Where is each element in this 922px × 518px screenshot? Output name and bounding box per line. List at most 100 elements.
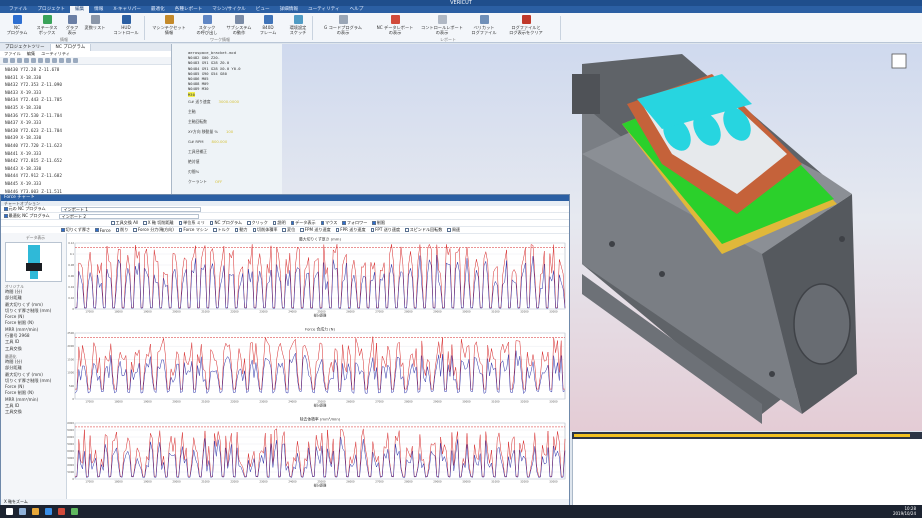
ribbon-button-14[interactable]: ログファイルと ログ表示をクリア [504, 15, 548, 37]
menu-item-7[interactable]: マシン/サイクル [207, 6, 250, 13]
nc-line[interactable]: N0430 Y72.28 Z-11.678 [5, 67, 166, 75]
menu-item-3[interactable]: 情報 [89, 6, 108, 13]
search-taskbar-icon[interactable] [19, 508, 26, 515]
import-2-field[interactable]: インポート 2 [58, 213, 199, 219]
nc-line[interactable]: N0434 Y72.443 Z-11.705 [5, 97, 166, 105]
nc-line[interactable]: N0433 X-19.333 [5, 90, 166, 98]
nc-line[interactable]: N0431 X-18.330 [5, 75, 166, 83]
goto-line-icon[interactable] [31, 58, 36, 63]
ribbon-button-7[interactable]: サブシステム の動作 [224, 15, 254, 37]
app-taskbar-icon[interactable] [71, 508, 78, 515]
nc-line[interactable]: N0440 Y72.720 Z-11.623 [5, 143, 166, 151]
menu-item-1[interactable]: プロジェクト [32, 6, 70, 13]
import-1-field[interactable]: インポート 1 [60, 206, 201, 212]
nc-line[interactable]: N0437 X-19.333 [5, 120, 166, 128]
x-tick-label: 31000 [491, 400, 500, 404]
find-next-icon[interactable] [24, 58, 29, 63]
chart-setting-3[interactable]: NC プログラム [209, 220, 242, 226]
copy-icon[interactable] [45, 58, 50, 63]
chart-setting-0[interactable]: 工具交換 All [111, 220, 138, 226]
paste-icon[interactable] [52, 58, 57, 63]
tab-project-tree[interactable]: プロジェクトツリー [0, 44, 51, 51]
start-icon[interactable] [6, 508, 13, 515]
browser-icon[interactable] [45, 508, 52, 515]
ribbon-button-0[interactable]: NC プログラム [4, 15, 30, 37]
ribbon-button-label: スタック の呼び出し [196, 25, 218, 35]
open-icon[interactable] [3, 58, 8, 63]
nc-program-listing[interactable]: N0430 Y72.28 Z-11.678 N0431 X-18.330 N0432… [0, 65, 171, 198]
sub-menu-file[interactable]: ファイル [4, 51, 21, 57]
nc-line[interactable]: N0444 Y72.912 Z-11.682 [5, 173, 166, 181]
ribbon-button-9-icon [293, 15, 303, 24]
chart-canvas[interactable]: 最大切りくず厚さ (mm) 0 0.02 0.04 0.06 0.08 0.1 0.12 170… [66, 233, 570, 499]
chart-setting-5[interactable]: 説明 [272, 220, 286, 226]
x-tick-label: 26000 [346, 400, 355, 404]
x-tick-label: 18000 [114, 310, 123, 314]
chart-setting-9[interactable]: 制限 [372, 220, 385, 226]
chart-setting-6[interactable]: データ表示 [290, 220, 316, 226]
nc-line[interactable]: N0435 X-18.330 [5, 105, 166, 113]
chart-setting-4[interactable]: クリック [247, 220, 268, 226]
menu-item-5[interactable]: 最適化 [146, 6, 170, 13]
chart-setting-2[interactable]: 単位系 ミリ [178, 220, 205, 226]
file-explorer-icon[interactable] [32, 508, 39, 515]
nc-line[interactable]: N0442 Y72.815 Z-11.652 [5, 158, 166, 166]
ribbon-button-4[interactable]: HUD コントロール [108, 15, 144, 37]
nc-status-item: 刃間% [172, 167, 282, 177]
menu-item-6[interactable]: 各種レポート [170, 6, 208, 13]
menu-item-2[interactable]: 編集 [69, 6, 90, 13]
vericut-taskbar-icon[interactable] [58, 508, 65, 515]
menu-item-9[interactable]: 詳細情報 [275, 6, 303, 13]
nc-line[interactable]: N0439 X-18.330 [5, 135, 166, 143]
undo-icon[interactable] [59, 58, 64, 63]
nc-line[interactable]: N0443 X-18.330 [5, 166, 166, 174]
y-tick-label: 0.1 [70, 252, 74, 256]
menu-item-4[interactable]: X-キャリパー [108, 6, 146, 13]
save-icon[interactable] [10, 58, 15, 63]
redo-icon[interactable] [66, 58, 71, 63]
view-cube-icon[interactable] [891, 53, 907, 69]
ribbon-button-2[interactable]: グラフ 表示 [62, 15, 82, 37]
ribbon-button-12[interactable]: コントロールレポート の表示 [420, 15, 464, 37]
chart-setting-7[interactable]: マウス [320, 220, 337, 226]
clock[interactable]: 10:28 2019/10/24 [893, 506, 916, 516]
nc-line[interactable]: N0436 Y72.530 Z-11.704 [5, 113, 166, 121]
ribbon-button-8[interactable]: 840D フレーム [256, 15, 280, 37]
cut-icon[interactable] [38, 58, 43, 63]
y-tick-label: 0.02 [68, 296, 74, 300]
nc-line[interactable]: N0432 Y72.353 Z-11.090 [5, 82, 166, 90]
optimized-program-checkbox[interactable]: 最適化 NC プログラム [4, 213, 50, 219]
tab-nc-program[interactable]: NC プログラム [50, 44, 92, 51]
ribbon-button-9[interactable]: 環境設定 スケッチ [282, 15, 314, 37]
search-icon[interactable] [17, 58, 22, 63]
ribbon-button-5[interactable]: マシンテクセット 情報 [148, 15, 190, 37]
filter-icon[interactable] [73, 58, 78, 63]
series-toggle-1[interactable]: Force [95, 228, 111, 233]
ribbon-button-13[interactable]: ベリカット ログファイル [466, 15, 502, 37]
nc-line[interactable]: N0441 X-19.333 [5, 151, 166, 159]
menu-item-11[interactable]: ヘルプ [345, 6, 369, 13]
chart-setting-8[interactable]: フォロワー [342, 220, 367, 226]
log-panel[interactable] [572, 439, 922, 505]
nc-line[interactable]: N0438 Y72.623 Z-11.704 [5, 128, 166, 136]
menu-item-10[interactable]: ユーティリティ [303, 6, 345, 13]
x-tick-label: 23000 [259, 400, 268, 404]
ribbon-button-label: NC データレポート の表示 [376, 25, 414, 35]
menu-item-8[interactable]: ビュー [251, 6, 275, 13]
x-tick-label: 31000 [491, 310, 500, 314]
taskbar: 10:28 2019/10/24 [0, 505, 922, 518]
ribbon-button-11[interactable]: NC データレポート の表示 [372, 15, 418, 37]
chart-setting-1[interactable]: X 軸 切削距離 [143, 220, 174, 226]
sub-menu-utility[interactable]: ユーティリティ [41, 51, 70, 57]
ribbon-button-3[interactable]: 変数リスト [84, 15, 106, 37]
sub-menu-edit[interactable]: 編集 [27, 51, 35, 57]
nc-line[interactable]: N0445 X-19.333 [5, 181, 166, 189]
ribbon-button-1[interactable]: ステータス ボックス [34, 15, 60, 37]
ribbon-button-10[interactable]: G コードプログラム の表示 [318, 15, 368, 37]
original-program-checkbox[interactable]: 元の NC プログラム [4, 206, 46, 212]
ribbon-button-6[interactable]: スタック の呼び出し [192, 15, 222, 37]
menu-item-0[interactable]: ファイル [4, 6, 32, 13]
ribbon-button-label: G コードプログラム の表示 [324, 25, 362, 35]
force-charts[interactable]: 最大切りくず厚さ (mm) 0 0.02 0.04 0.06 0.08 0.1 0.12 170… [66, 233, 570, 499]
x-tick-label: 28000 [404, 400, 413, 404]
